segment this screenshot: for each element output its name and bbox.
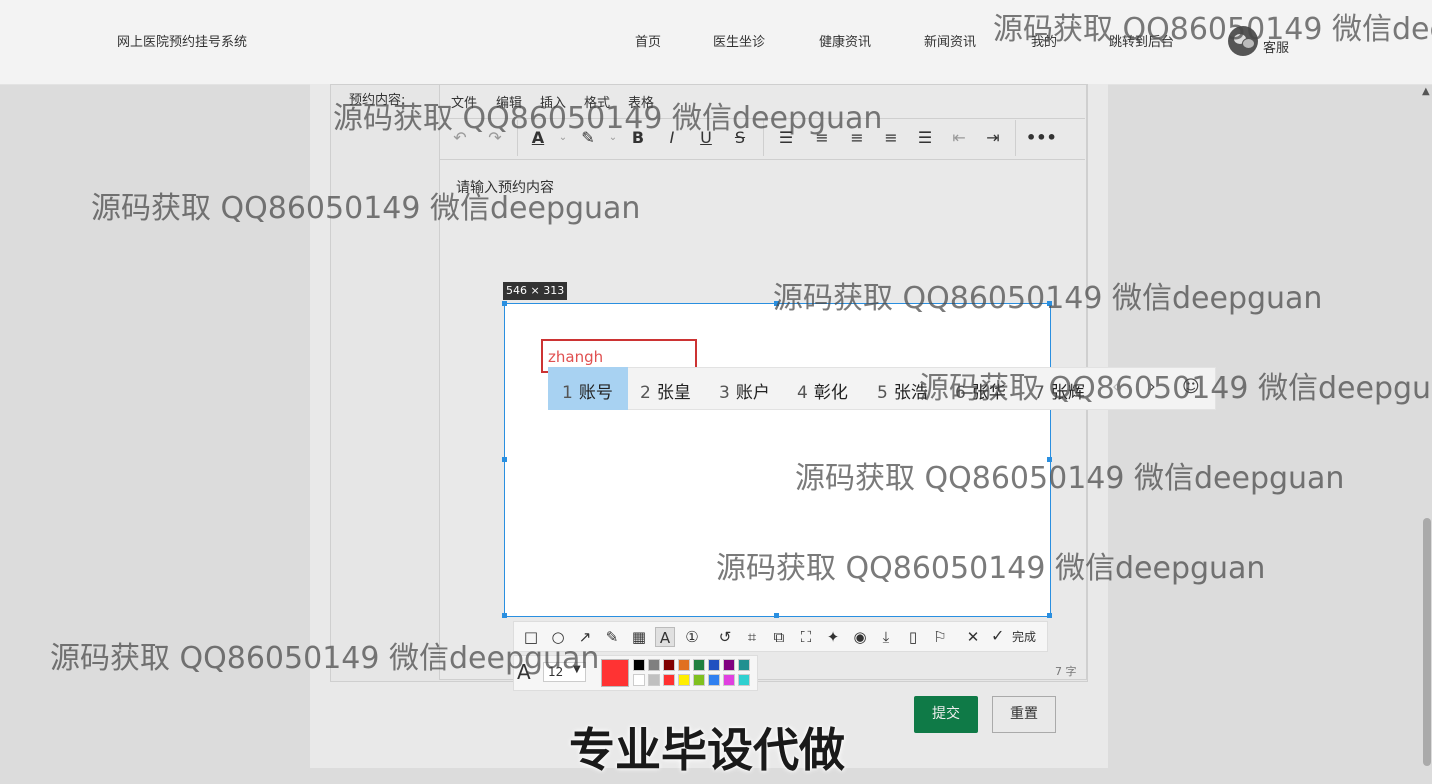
submit-button[interactable]: 提交 [914,696,978,733]
site-brand[interactable]: 网上医院预约挂号系统 [117,31,247,50]
video-caption: 专业毕设代做 [569,723,845,777]
justify-icon[interactable]: ☰ [915,128,935,148]
bookmark-icon[interactable]: ⚐ [930,627,950,647]
color-swatch[interactable] [648,674,660,686]
capture-size-label: 546 × 313 [503,282,568,300]
translate-icon[interactable]: ⧉ [769,627,789,647]
pen-icon[interactable]: ✎ [602,627,622,647]
color-swatch[interactable] [678,674,690,686]
mosaic-icon[interactable]: ▦ [629,627,649,647]
color-swatch[interactable] [708,674,720,686]
resize-handle[interactable] [502,457,507,462]
color-swatch[interactable] [723,674,735,686]
more-icon[interactable]: ••• [1026,128,1057,148]
ime-candidate[interactable]: 3 账户 [719,378,770,403]
done-button[interactable]: 完成 [1012,628,1036,645]
scrollbar-thumb[interactable] [1423,518,1431,766]
color-swatch[interactable] [738,674,750,686]
scroll-up-icon[interactable]: ▲ [1422,86,1430,97]
color-swatch[interactable] [648,659,660,671]
nav-item-doctor[interactable]: 医生坐诊 [713,31,765,50]
color-swatch[interactable] [738,659,750,671]
watermark: 源码获取 QQ86050149 微信deepguan [50,641,600,676]
text-icon[interactable]: A [655,627,675,647]
align-right-icon[interactable]: ≡ [881,128,901,148]
crop-icon[interactable]: ⌗ [742,627,762,647]
watermark: 源码获取 QQ86050149 微信deepguan [795,461,1345,496]
resize-handle[interactable] [502,301,507,306]
watermark: 源码获取 QQ86050149 微信deepguan [773,281,1323,316]
color-swatch[interactable] [678,659,690,671]
resize-handle[interactable] [774,613,779,618]
nav-item-home[interactable]: 首页 [635,31,661,50]
nav-item-health-info[interactable]: 健康资讯 [819,31,871,50]
color-swatch[interactable] [633,674,645,686]
watermark: 源码获取 QQ86050149 微信deepguan [919,371,1432,406]
current-color-swatch[interactable] [601,659,629,687]
resize-handle[interactable] [1047,613,1052,618]
ime-candidate[interactable]: 1 账号 [562,378,613,403]
color-swatch[interactable] [663,674,675,686]
pin-icon[interactable]: ✦ [823,627,843,647]
watermark: 源码获取 QQ86050149 微信deepguan [91,191,641,226]
color-swatch[interactable] [693,674,705,686]
ocr-icon[interactable]: ⛶ [796,627,816,647]
typed-text[interactable]: zhangh [548,348,603,366]
outdent-icon[interactable]: ⇤ [949,128,969,148]
done-icon[interactable]: ✓ [991,626,1004,645]
reset-button[interactable]: 重置 [992,696,1056,733]
color-swatch[interactable] [663,659,675,671]
watermark: 源码获取 QQ86050149 微信deepguan [716,551,1266,586]
word-count: 7 字 [1055,665,1077,678]
watermark: 源码获取 QQ86050149 微信deepguan [993,12,1432,47]
save-icon[interactable]: ▯ [903,627,923,647]
indent-icon[interactable]: ⇥ [983,128,1003,148]
number-icon[interactable]: ① [682,627,702,647]
ime-candidate[interactable]: 2 张皇 [640,378,691,403]
watermark: 源码获取 QQ86050149 微信deepguan [333,101,883,136]
download-icon[interactable]: ⤓ [876,627,896,647]
nav-item-news[interactable]: 新闻资讯 [924,31,976,50]
color-swatch[interactable] [693,659,705,671]
undo-icon[interactable]: ↺ [715,627,735,647]
record-icon[interactable]: ◉ [850,627,870,647]
toolbar-divider [1015,120,1016,156]
resize-handle[interactable] [502,613,507,618]
color-swatch[interactable] [723,659,735,671]
close-icon[interactable]: ✕ [963,627,983,647]
color-swatch[interactable] [708,659,720,671]
ime-candidate[interactable]: 4 彰化 [797,378,848,403]
color-swatch[interactable] [633,659,645,671]
